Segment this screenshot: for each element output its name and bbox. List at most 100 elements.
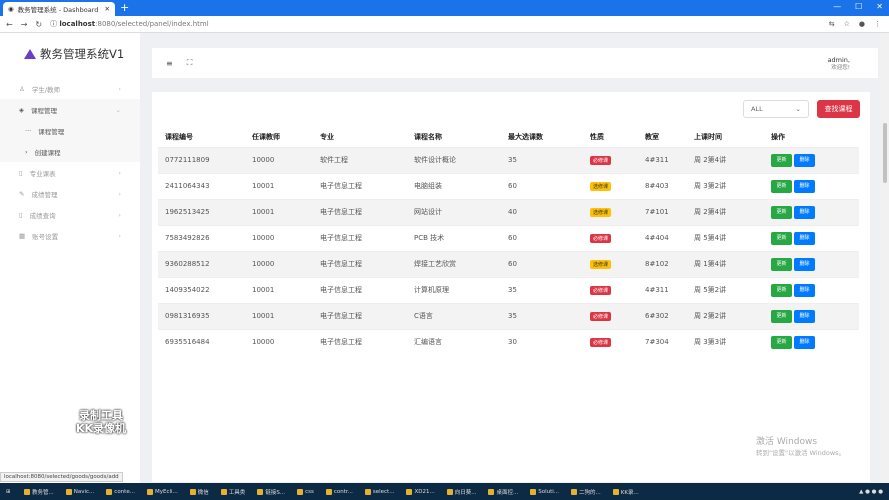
table-cell: 1962513425 — [158, 198, 245, 225]
taskbar-label: 桌面控... — [496, 489, 519, 496]
new-tab-button[interactable]: + — [120, 1, 129, 14]
sidebar-item[interactable]: › 创建课程 — [0, 141, 140, 162]
taskbar-item[interactable]: contr... — [322, 484, 357, 499]
update-button[interactable]: 更新 — [771, 231, 792, 245]
reload-icon[interactable]: ↻ — [35, 20, 42, 29]
maximize-icon[interactable]: ☐ — [855, 2, 862, 11]
app-icon — [106, 488, 113, 495]
taskbar-label: 教务管... — [32, 489, 54, 496]
app-icon — [488, 488, 495, 495]
update-button[interactable]: 更新 — [771, 335, 792, 349]
delete-button[interactable]: 删除 — [794, 205, 815, 219]
sidebar-item[interactable]: ▯ 成绩查询 › — [0, 204, 140, 225]
delete-button[interactable]: 删除 — [794, 231, 815, 245]
taskbar-label: 向日葵... — [454, 489, 477, 496]
update-button[interactable]: 更新 — [771, 153, 792, 167]
taskbar-item[interactable]: XD21... — [402, 484, 438, 499]
taskbar-item[interactable]: 向日葵... — [443, 484, 481, 499]
scrollbar[interactable] — [881, 33, 889, 483]
table-cell: 2411064343 — [158, 172, 245, 199]
table-row: 9360288512 10000 电子信息工程 焊接工艺欣赏 60 选修课 8#102 周 1… — [158, 250, 859, 277]
sidebar-item[interactable]: ✎ 成绩管理 › — [0, 183, 140, 204]
windows-start-icon[interactable]: ⊞ — [6, 489, 11, 495]
app-icon — [364, 488, 371, 495]
taskbar-item[interactable]: css — [293, 484, 318, 499]
taskbar-item[interactable]: Soluti... — [526, 484, 563, 499]
close-window-icon[interactable]: ✕ — [876, 2, 883, 11]
sidebar-item[interactable]: ♙ 学生/教师 › — [0, 78, 140, 99]
close-tab-icon[interactable]: ✕ — [105, 5, 110, 13]
sidebar-item[interactable]: ▦ 账号设置 › — [0, 225, 140, 246]
app-icon — [257, 488, 264, 495]
update-button[interactable]: 更新 — [771, 205, 792, 219]
delete-button[interactable]: 删除 — [794, 179, 815, 193]
hamburger-icon[interactable]: ≡ — [166, 59, 173, 68]
taskbar-item[interactable]: conte... — [102, 484, 139, 499]
taskbar-item[interactable]: 桌面控... — [484, 484, 522, 499]
star-icon[interactable]: ☆ — [844, 20, 850, 28]
update-button[interactable]: 更新 — [771, 257, 792, 271]
taskbar-item[interactable]: MyEcli... — [143, 484, 182, 499]
chevron-down-icon: ⌄ — [795, 105, 801, 113]
delete-button[interactable]: 删除 — [794, 257, 815, 271]
table-cell: 10001 — [245, 172, 313, 199]
taskbar-item[interactable]: select... — [361, 484, 399, 499]
taskbar-item[interactable]: 微信 — [186, 484, 213, 499]
taskbar-item[interactable]: 二狗的... — [567, 484, 605, 499]
browser-tab[interactable]: ◉ 教务管理系统 - Dashboard ✕ — [3, 2, 115, 16]
table-cell: 10000 — [245, 146, 313, 173]
actions-cell: 更新 删除 — [764, 302, 859, 329]
fullscreen-icon[interactable]: ⛶ — [187, 58, 193, 68]
delete-button[interactable]: 删除 — [794, 309, 815, 323]
grid-icon: ▦ — [19, 231, 26, 240]
delete-button[interactable]: 删除 — [794, 335, 815, 349]
table-cell: 电子信息工程 — [313, 224, 407, 251]
address-bar: ← → ↻ ⓘ localhost:8080/selected/panel/inde… — [0, 16, 889, 33]
minimize-icon[interactable]: — — [833, 2, 841, 11]
profile-icon[interactable]: ● — [859, 20, 865, 28]
sidebar-item[interactable]: ◈ 课程管理 ⌄ — [0, 99, 140, 120]
taskbar-label: KK录... — [620, 489, 639, 496]
update-button[interactable]: 更新 — [771, 283, 792, 297]
url-path: :8080/selected/panel/index.html — [95, 20, 209, 28]
app-icon — [446, 488, 453, 495]
column-header: 上课时间 — [694, 133, 722, 142]
find-course-button[interactable]: 查找课程 — [817, 100, 860, 118]
taskbar-item[interactable]: KK录... — [609, 484, 643, 499]
system-tray[interactable]: ▲ ● ● ● — [859, 489, 889, 495]
sidebar-item[interactable]: ▯ 专业课表 › — [0, 162, 140, 183]
taskbar-item[interactable]: Navic... — [62, 484, 99, 499]
type-badge: 必修课 — [590, 233, 612, 243]
filter-select[interactable]: ALL ⌄ — [743, 100, 809, 118]
back-icon[interactable]: ← — [6, 20, 13, 29]
delete-button[interactable]: 删除 — [794, 283, 815, 297]
sidebar-item[interactable]: ··· 课程管理 — [0, 120, 140, 141]
update-button[interactable]: 更新 — [771, 179, 792, 193]
forward-icon[interactable]: → — [21, 20, 28, 29]
user-info[interactable]: admin, 欢迎您! — [828, 56, 850, 72]
table-cell: 焊接工艺欣赏 — [407, 250, 501, 277]
taskbar-item[interactable]: 教务管... — [20, 484, 58, 499]
url-input[interactable]: ⓘ localhost:8080/selected/panel/index.ht… — [50, 19, 209, 29]
delete-button[interactable]: 删除 — [794, 153, 815, 167]
sidebar-item-label: 创建课程 — [34, 148, 61, 157]
scrollbar-thumb[interactable] — [883, 123, 887, 183]
table-cell: 1409354022 — [158, 276, 245, 303]
taskbar-label: select... — [372, 488, 395, 495]
update-button[interactable]: 更新 — [771, 309, 792, 323]
top-header: ≡ ⛶ admin, 欢迎您! — [152, 48, 878, 78]
column-header: 操作 — [771, 133, 785, 142]
taskbar-item[interactable]: 链接S... — [253, 484, 289, 499]
table-cell: 8#102 — [638, 250, 687, 277]
translate-icon[interactable]: ⇆ — [829, 20, 835, 28]
table-cell: 35 — [501, 146, 583, 173]
taskbar-label: 工具类 — [228, 489, 246, 496]
table-cell: 10000 — [245, 224, 313, 251]
table-cell: 10001 — [245, 198, 313, 225]
table-cell: 10001 — [245, 276, 313, 303]
menu-icon[interactable]: ⋮ — [874, 20, 881, 28]
recorder-line2: KK录像机 — [76, 422, 127, 435]
globe-icon: ◉ — [8, 5, 14, 13]
chevron-right-icon: › — [118, 210, 121, 219]
taskbar-item[interactable]: 工具类 — [217, 484, 250, 499]
